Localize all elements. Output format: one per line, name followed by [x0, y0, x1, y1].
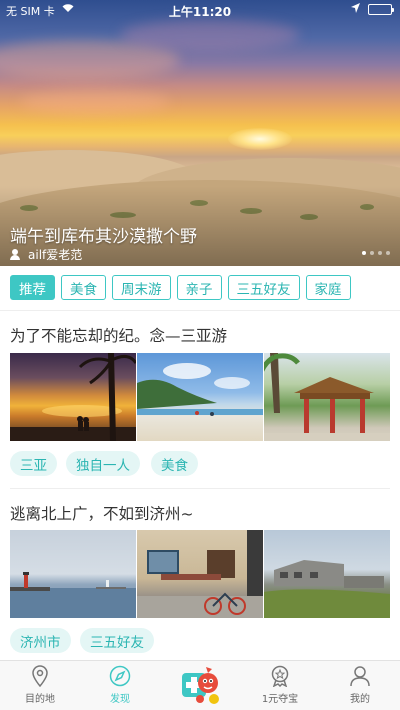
status-bar: 无 SIM 卡 上午11:20: [0, 0, 400, 20]
tab-category[interactable]: 美食: [61, 275, 106, 300]
carousel-dot[interactable]: [362, 251, 366, 255]
post-tag[interactable]: 美食: [151, 451, 198, 476]
clock: 上午11:20: [168, 5, 232, 19]
nav-label: 目的地: [25, 694, 55, 705]
post-title[interactable]: 为了不能忘却的纪。念—三亚游: [10, 324, 227, 346]
bottom-tab-bar: 目的地 发现 1元夺宝 我的: [0, 660, 400, 710]
hero-author-name: ailf爱老范: [28, 248, 83, 262]
nav-mine[interactable]: 我的: [320, 661, 400, 710]
nav-label: 1元夺宝: [261, 694, 299, 705]
category-tabs: 推荐 美食 周末游 亲子 三五好友 家庭: [10, 275, 392, 300]
person-icon: [350, 666, 370, 687]
nav-label: 发现: [110, 694, 130, 705]
divider: [10, 488, 390, 489]
hero-banner[interactable]: 无 SIM 卡 上午11:20 端午到库布其沙漠撒个野 ailf爱老范: [0, 0, 400, 266]
battery-icon: [368, 4, 394, 15]
post-photo-sunset[interactable]: [10, 353, 136, 441]
post-photo-pavilion[interactable]: [264, 353, 390, 441]
nav-lottery[interactable]: 1元夺宝: [240, 661, 320, 710]
post-photo-villa[interactable]: [264, 530, 390, 618]
post-photo-lighthouse[interactable]: [10, 530, 136, 618]
post-photo-beach[interactable]: [137, 353, 263, 441]
tab-category[interactable]: 推荐: [10, 275, 55, 300]
carousel-dot[interactable]: [370, 251, 374, 255]
location-arrow-icon: [351, 3, 360, 16]
user-icon: [10, 249, 20, 260]
carousel-dot[interactable]: [378, 251, 382, 255]
post-tag[interactable]: 三五好友: [80, 628, 154, 653]
post-photo-cafe[interactable]: [137, 530, 263, 618]
tab-category[interactable]: 亲子: [176, 275, 222, 300]
nav-discover[interactable]: 发现: [80, 661, 160, 710]
nav-destination[interactable]: 目的地: [0, 661, 80, 710]
nav-label: 我的: [350, 694, 370, 705]
hero-author[interactable]: ailf爱老范: [10, 246, 82, 263]
divider: [0, 310, 400, 311]
medal-icon: [271, 665, 289, 687]
sun-glow: [228, 128, 292, 150]
carousel-dot[interactable]: [386, 251, 390, 255]
post-tag[interactable]: 独自一人: [66, 451, 140, 476]
mascot-icon: [182, 667, 219, 704]
tab-category[interactable]: 家庭: [305, 275, 351, 300]
post-title[interactable]: 逃离北上广，不如到济州~: [10, 502, 194, 524]
hero-title[interactable]: 端午到库布其沙漠撒个野: [10, 222, 197, 247]
post-tag[interactable]: 三亚: [10, 451, 57, 476]
location-pin-icon: [32, 665, 48, 687]
carousel-indicator[interactable]: [362, 251, 390, 255]
tab-category[interactable]: 周末游: [112, 275, 171, 300]
compass-icon: [109, 665, 131, 687]
nav-mascot[interactable]: [160, 661, 240, 710]
post-tag[interactable]: 济州市: [10, 628, 71, 653]
tab-category[interactable]: 三五好友: [227, 275, 300, 300]
